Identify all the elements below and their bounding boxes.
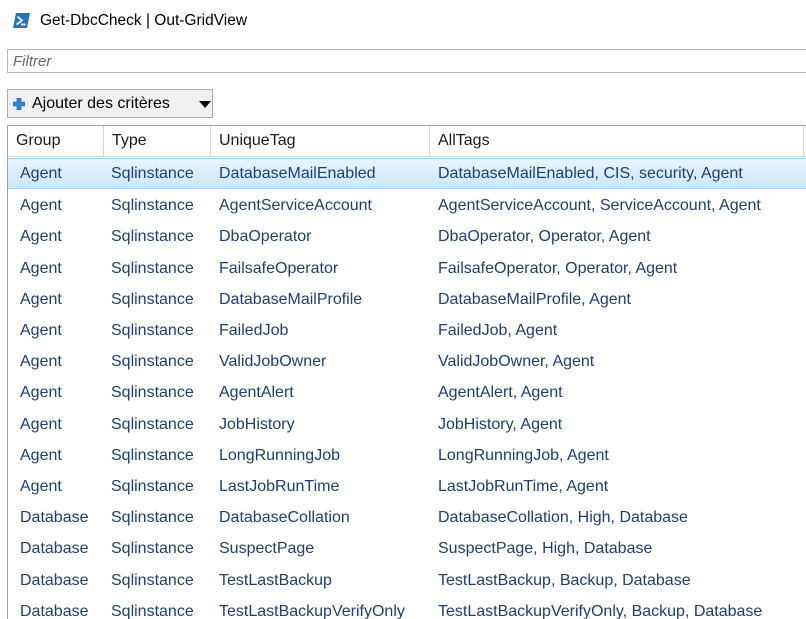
cell-group: Database <box>20 571 89 589</box>
table-row[interactable]: Agent Sqlinstance DatabaseMailProfile Datab… <box>8 284 806 315</box>
filter-input[interactable] <box>8 50 806 72</box>
table-row[interactable]: Agent Sqlinstance DatabaseMailEnabled Datab… <box>8 158 806 189</box>
cell-type: Sqlinstance <box>111 353 194 371</box>
cell-group: Agent <box>20 446 62 464</box>
cell-group: Agent <box>20 322 62 339</box>
results-grid[interactable]: Group Type UniqueTag AllTags Agent Sqlins… <box>7 125 806 619</box>
cell-group: Agent <box>20 165 62 182</box>
cell-uniquetag: DatabaseMailEnabled <box>219 165 376 182</box>
cell-type: Sqlinstance <box>111 384 194 402</box>
add-criteria-button[interactable]: Ajouter des critères <box>7 89 213 118</box>
cell-uniquetag: FailedJob <box>219 322 289 339</box>
cell-uniquetag: FailsafeOperator <box>219 259 339 277</box>
table-row[interactable]: Agent Sqlinstance JobHistory JobHistory, Ag… <box>8 409 806 440</box>
cell-alltags: ValidJobOwner, Agent <box>438 353 595 371</box>
cell-uniquetag: AgentAlert <box>219 384 294 402</box>
cell-type: Sqlinstance <box>111 509 194 527</box>
table-row[interactable]: Database Sqlinstance SuspectPage SuspectPag… <box>8 533 806 564</box>
cell-type: Sqlinstance <box>111 290 194 308</box>
cell-group: Agent <box>20 384 62 402</box>
cell-uniquetag: TestLastBackupVerifyOnly <box>219 602 405 619</box>
column-header-uniquetag[interactable]: UniqueTag <box>211 126 430 156</box>
column-header-type[interactable]: Type <box>104 126 211 156</box>
cell-uniquetag: LastJobRunTime <box>219 478 340 495</box>
cell-alltags: TestLastBackupVerifyOnly, Backup, Databa… <box>438 602 763 619</box>
table-row[interactable]: Agent Sqlinstance LastJobRunTime LastJobRun… <box>8 471 806 502</box>
cell-alltags: FailedJob, Agent <box>438 322 558 339</box>
table-row[interactable]: Agent Sqlinstance FailsafeOperator Failsafe… <box>8 253 806 284</box>
cell-type: Sqlinstance <box>111 415 194 433</box>
cell-uniquetag: DbaOperator <box>219 228 312 246</box>
cell-uniquetag: JobHistory <box>219 415 295 433</box>
cell-uniquetag: LongRunningJob <box>219 446 340 464</box>
cell-alltags: DatabaseCollation, High, Database <box>438 509 688 527</box>
cell-type: Sqlinstance <box>111 478 194 495</box>
cell-alltags: AgentAlert, Agent <box>438 384 563 402</box>
cell-type: Sqlinstance <box>111 446 194 464</box>
title-bar: Get-DbcCheck | Out-GridView <box>0 0 806 44</box>
window-title: Get-DbcCheck | Out-GridView <box>40 12 248 29</box>
powershell-icon <box>13 13 30 28</box>
cell-alltags: SuspectPage, High, Database <box>438 540 653 558</box>
cell-uniquetag: SuspectPage <box>219 540 315 558</box>
cell-type: Sqlinstance <box>111 259 194 277</box>
table-row[interactable]: Database Sqlinstance TestLastBackupVerifyO… <box>8 596 806 619</box>
cell-uniquetag: DatabaseMailProfile <box>219 290 363 308</box>
cell-uniquetag: TestLastBackup <box>219 571 332 589</box>
cell-uniquetag: ValidJobOwner <box>219 353 327 371</box>
cell-group: Agent <box>20 228 62 246</box>
table-row[interactable]: Agent Sqlinstance DbaOperator DbaOperator, … <box>8 221 806 252</box>
cell-type: Sqlinstance <box>111 602 194 619</box>
cell-alltags: AgentServiceAccount, ServiceAccount, Age… <box>438 197 761 215</box>
column-header-alltags[interactable]: AllTags <box>430 126 804 156</box>
table-row[interactable]: Agent Sqlinstance AgentServiceAccount Agent… <box>8 190 806 221</box>
cell-type: Sqlinstance <box>111 322 194 339</box>
cell-group: Agent <box>20 478 62 495</box>
cell-type: Sqlinstance <box>111 165 194 182</box>
cell-group: Agent <box>20 259 62 277</box>
cell-type: Sqlinstance <box>111 540 194 558</box>
table-row[interactable]: Agent Sqlinstance LongRunningJob LongRunnin… <box>8 440 806 471</box>
cell-alltags: TestLastBackup, Backup, Database <box>438 571 691 589</box>
grid-header: Group Type UniqueTag AllTags <box>8 126 806 157</box>
cell-group: Database <box>20 602 89 619</box>
cell-alltags: DbaOperator, Operator, Agent <box>438 228 651 246</box>
cell-group: Agent <box>20 415 62 433</box>
table-row[interactable]: Agent Sqlinstance FailedJob FailedJob, Agen… <box>8 315 806 346</box>
cell-group: Agent <box>20 353 62 371</box>
cell-alltags: DatabaseMailProfile, Agent <box>438 290 631 308</box>
table-row[interactable]: Database Sqlinstance DatabaseCollation Data… <box>8 502 806 533</box>
plus-icon <box>13 98 25 110</box>
table-row[interactable]: Agent Sqlinstance ValidJobOwner ValidJobOwn… <box>8 346 806 377</box>
cell-alltags: DatabaseMailEnabled, CIS, security, Agen… <box>438 165 743 182</box>
cell-group: Agent <box>20 290 62 308</box>
filter-field[interactable] <box>7 49 806 73</box>
table-row[interactable]: Database Sqlinstance TestLastBackup TestLas… <box>8 565 806 596</box>
table-row[interactable]: Agent Sqlinstance AgentAlert AgentAlert, Ag… <box>8 377 806 408</box>
add-criteria-label: Ajouter des critères <box>32 95 170 112</box>
caret-down-icon <box>199 101 211 108</box>
cell-type: Sqlinstance <box>111 228 194 246</box>
cell-uniquetag: DatabaseCollation <box>219 509 350 527</box>
cell-alltags: FailsafeOperator, Operator, Agent <box>438 259 678 277</box>
column-header-group[interactable]: Group <box>8 126 104 156</box>
cell-alltags: JobHistory, Agent <box>438 415 563 433</box>
cell-group: Database <box>20 509 89 527</box>
cell-type: Sqlinstance <box>111 571 194 589</box>
cell-group: Database <box>20 540 89 558</box>
cell-uniquetag: AgentServiceAccount <box>219 197 372 215</box>
cell-group: Agent <box>20 197 62 215</box>
cell-type: Sqlinstance <box>111 197 194 215</box>
cell-alltags: LastJobRunTime, Agent <box>438 478 609 495</box>
cell-alltags: LongRunningJob, Agent <box>438 446 609 464</box>
